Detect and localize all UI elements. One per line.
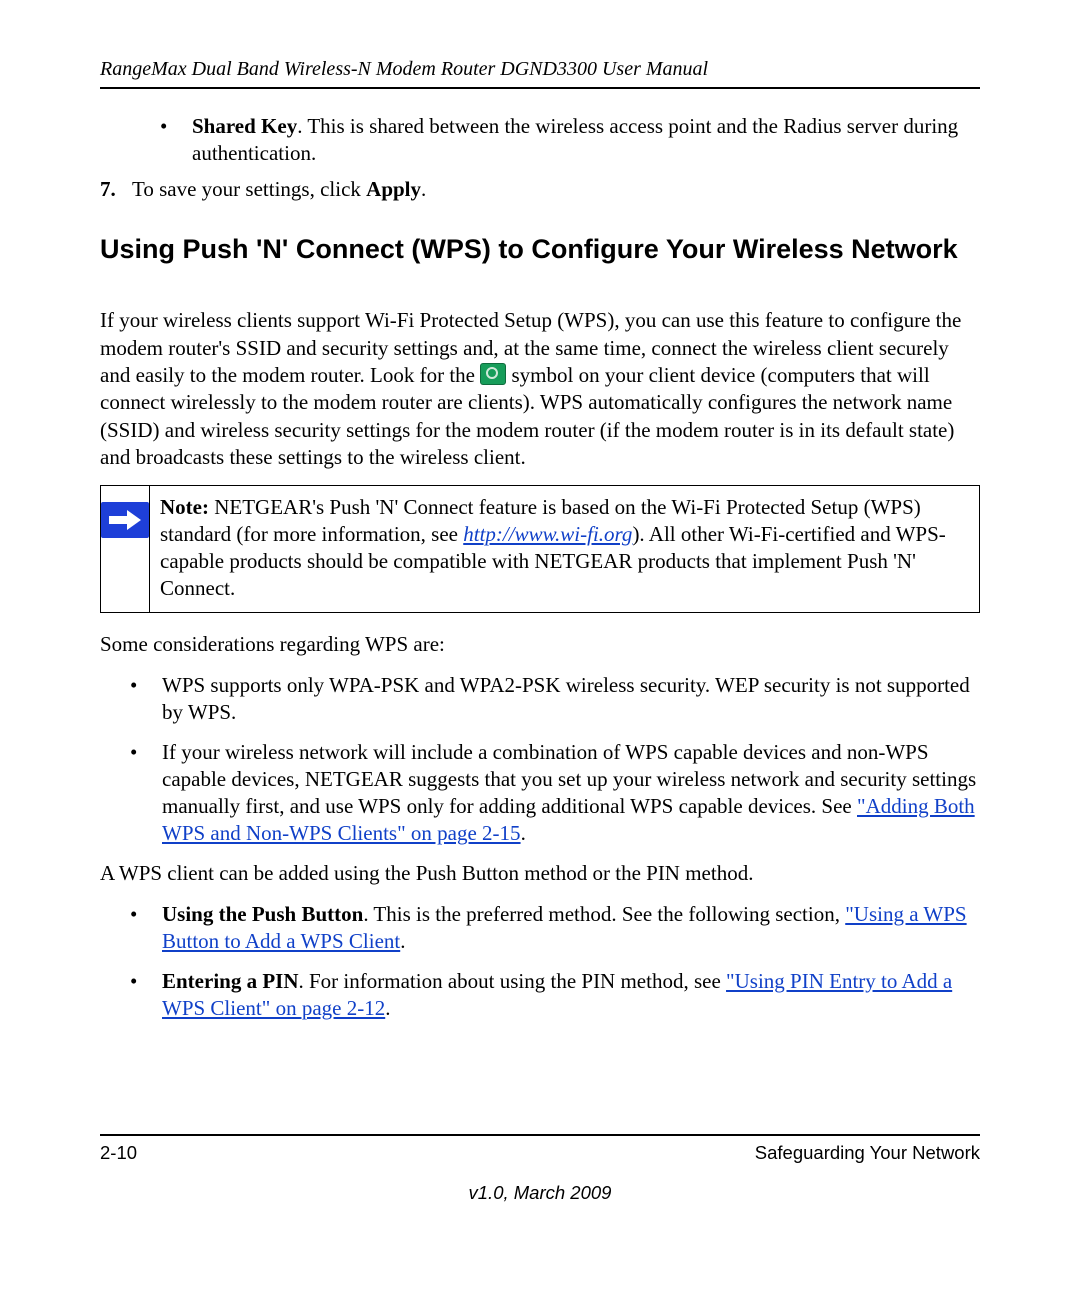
note-box: Note: NETGEAR's Push 'N' Connect feature… bbox=[100, 485, 980, 613]
footer-section: Safeguarding Your Network bbox=[755, 1142, 980, 1164]
note-label: Note: bbox=[160, 495, 209, 519]
footer-version: v1.0, March 2009 bbox=[100, 1182, 980, 1204]
method-pin-post: . bbox=[385, 996, 390, 1020]
method-push-post: . bbox=[400, 929, 405, 953]
consideration-2: If your wireless network will include a … bbox=[130, 739, 980, 848]
top-rule bbox=[100, 87, 980, 89]
consideration-2-post: . bbox=[521, 821, 526, 845]
methods-intro: A WPS client can be added using the Push… bbox=[100, 860, 980, 887]
page-footer: 2-10 Safeguarding Your Network v1.0, Mar… bbox=[100, 1134, 980, 1204]
step-list: 7. To save your settings, click Apply. bbox=[100, 176, 980, 203]
consideration-2-text: If your wireless network will include a … bbox=[162, 740, 976, 819]
method-pin-label: Entering a PIN bbox=[162, 969, 299, 993]
page-number: 2-10 bbox=[100, 1142, 137, 1164]
shared-key-text: . This is shared between the wireless ac… bbox=[192, 114, 958, 165]
step-7: 7. To save your settings, click Apply. bbox=[100, 176, 980, 203]
considerations-intro: Some considerations regarding WPS are: bbox=[100, 631, 980, 658]
shared-key-item: Shared Key. This is shared between the w… bbox=[160, 113, 980, 168]
note-text: Note: NETGEAR's Push 'N' Connect feature… bbox=[150, 486, 979, 612]
method-push: Using the Push Button. This is the prefe… bbox=[130, 901, 980, 956]
considerations-list: WPS supports only WPA-PSK and WPA2-PSK w… bbox=[130, 672, 980, 848]
step-number: 7. bbox=[100, 176, 116, 203]
step-7-pre: To save your settings, click bbox=[132, 177, 366, 201]
consideration-1: WPS supports only WPA-PSK and WPA2-PSK w… bbox=[130, 672, 980, 727]
shared-key-list: Shared Key. This is shared between the w… bbox=[160, 113, 980, 168]
arrow-icon bbox=[101, 502, 149, 538]
method-pin-text: . For information about using the PIN me… bbox=[299, 969, 727, 993]
methods-list: Using the Push Button. This is the prefe… bbox=[130, 901, 980, 1022]
running-header: RangeMax Dual Band Wireless-N Modem Rout… bbox=[100, 58, 980, 81]
method-push-label: Using the Push Button bbox=[162, 902, 363, 926]
apply-label: Apply bbox=[366, 177, 421, 201]
shared-key-label: Shared Key bbox=[192, 114, 297, 138]
bottom-rule bbox=[100, 1134, 980, 1136]
step-7-post: . bbox=[421, 177, 426, 201]
footer-row: 2-10 Safeguarding Your Network bbox=[100, 1142, 980, 1164]
method-push-text: . This is the preferred method. See the … bbox=[363, 902, 845, 926]
method-pin: Entering a PIN. For information about us… bbox=[130, 968, 980, 1023]
section-heading: Using Push 'N' Connect (WPS) to Configur… bbox=[100, 231, 980, 267]
note-icon-cell bbox=[101, 486, 150, 612]
page: RangeMax Dual Band Wireless-N Modem Rout… bbox=[0, 0, 1080, 1296]
intro-paragraph: If your wireless clients support Wi-Fi P… bbox=[100, 307, 980, 471]
wifi-org-link[interactable]: http://www.wi-fi.org bbox=[463, 522, 632, 546]
wps-icon bbox=[480, 363, 506, 385]
